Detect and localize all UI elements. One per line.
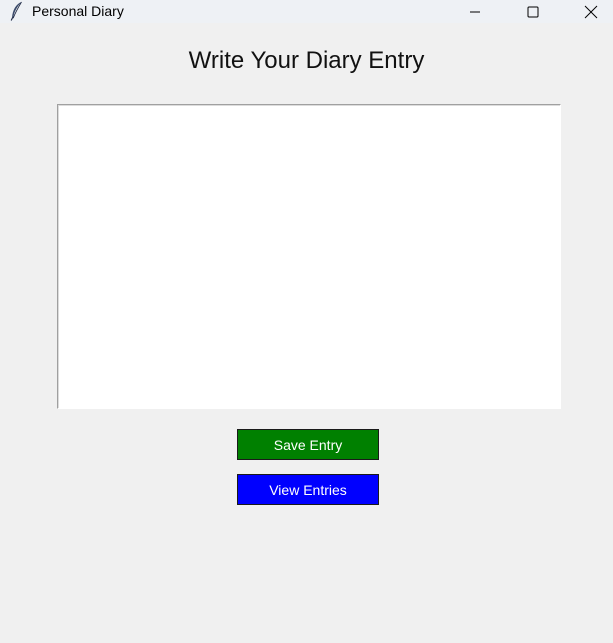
title-bar[interactable]: Personal Diary — [0, 0, 613, 23]
diary-entry-textarea[interactable] — [57, 104, 561, 409]
feather-icon — [9, 1, 23, 21]
window-title: Personal Diary — [32, 3, 124, 19]
close-button[interactable] — [568, 0, 613, 23]
minimize-icon — [469, 6, 481, 18]
maximize-icon — [527, 6, 539, 18]
page-title: Write Your Diary Entry — [188, 47, 425, 74]
view-entries-button[interactable]: View Entries — [237, 474, 379, 505]
maximize-button[interactable] — [510, 0, 556, 23]
close-icon — [584, 5, 598, 19]
minimize-button[interactable] — [452, 0, 498, 23]
app-window: Personal Diary Write Your Diary Entry Sa… — [0, 0, 613, 643]
save-entry-button[interactable]: Save Entry — [237, 429, 379, 460]
